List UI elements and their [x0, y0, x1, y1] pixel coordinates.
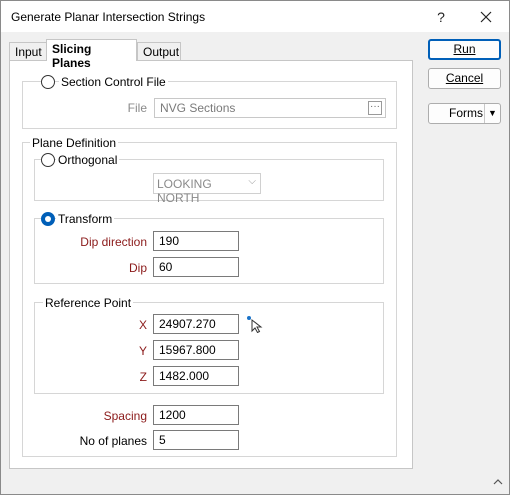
- file-label: File: [127, 101, 147, 115]
- z-label: Z: [139, 370, 147, 384]
- help-button[interactable]: ?: [424, 5, 458, 29]
- transform-label: Transform: [56, 212, 115, 226]
- browse-icon[interactable]: ···: [368, 101, 382, 115]
- tab-output[interactable]: Output: [137, 42, 181, 60]
- close-button[interactable]: [469, 5, 503, 29]
- chevron-up-icon[interactable]: [493, 476, 503, 488]
- slicing-planes-panel: Section Control File File NVG Sections ·…: [9, 60, 413, 469]
- close-icon: [480, 11, 492, 23]
- section-control-radio[interactable]: [41, 75, 55, 89]
- y-label: Y: [138, 344, 147, 358]
- x-label: X: [138, 318, 147, 332]
- spacing-input[interactable]: 1200: [153, 405, 239, 425]
- chevron-down-icon: ⌵: [248, 176, 256, 187]
- forms-button[interactable]: Forms ▼: [428, 103, 501, 124]
- forms-label: Forms: [449, 106, 483, 120]
- dialog-window: Generate Planar Intersection Strings ? I…: [0, 0, 510, 495]
- forms-dropdown-icon[interactable]: ▼: [488, 104, 497, 123]
- tab-slicing-planes[interactable]: Slicing Planes: [46, 39, 137, 70]
- y-input[interactable]: 15967.800: [153, 340, 239, 360]
- orthogonal-radio[interactable]: [41, 153, 55, 167]
- title-bar: Generate Planar Intersection Strings ?: [1, 1, 509, 32]
- file-input[interactable]: NVG Sections ···: [154, 98, 386, 118]
- forms-divider: [484, 104, 485, 123]
- no-of-planes-input[interactable]: 5: [153, 430, 239, 450]
- spacing-label: Spacing: [103, 409, 147, 423]
- tab-input[interactable]: Input: [9, 42, 47, 60]
- dip-label: Dip: [128, 261, 147, 275]
- no-of-planes-label: No of planes: [79, 434, 147, 448]
- reference-point-label: Reference Point: [43, 296, 134, 310]
- orthogonal-label: Orthogonal: [56, 153, 120, 167]
- orientation-select[interactable]: LOOKING NORTH ⌵: [153, 173, 261, 205]
- window-title: Generate Planar Intersection Strings: [11, 10, 206, 24]
- plane-definition-label: Plane Definition: [30, 136, 119, 150]
- transform-radio[interactable]: [41, 212, 55, 226]
- dip-direction-label: Dip direction: [80, 235, 147, 249]
- dip-input[interactable]: 60: [153, 257, 239, 277]
- section-control-label: Section Control File: [59, 75, 168, 89]
- cancel-button[interactable]: Cancel: [428, 68, 501, 89]
- pick-point-icon[interactable]: [246, 315, 264, 333]
- dip-direction-input[interactable]: 190: [153, 231, 239, 251]
- x-input[interactable]: 24907.270: [153, 314, 239, 334]
- run-button[interactable]: Run: [428, 39, 501, 60]
- z-input[interactable]: 1482.000: [153, 366, 239, 386]
